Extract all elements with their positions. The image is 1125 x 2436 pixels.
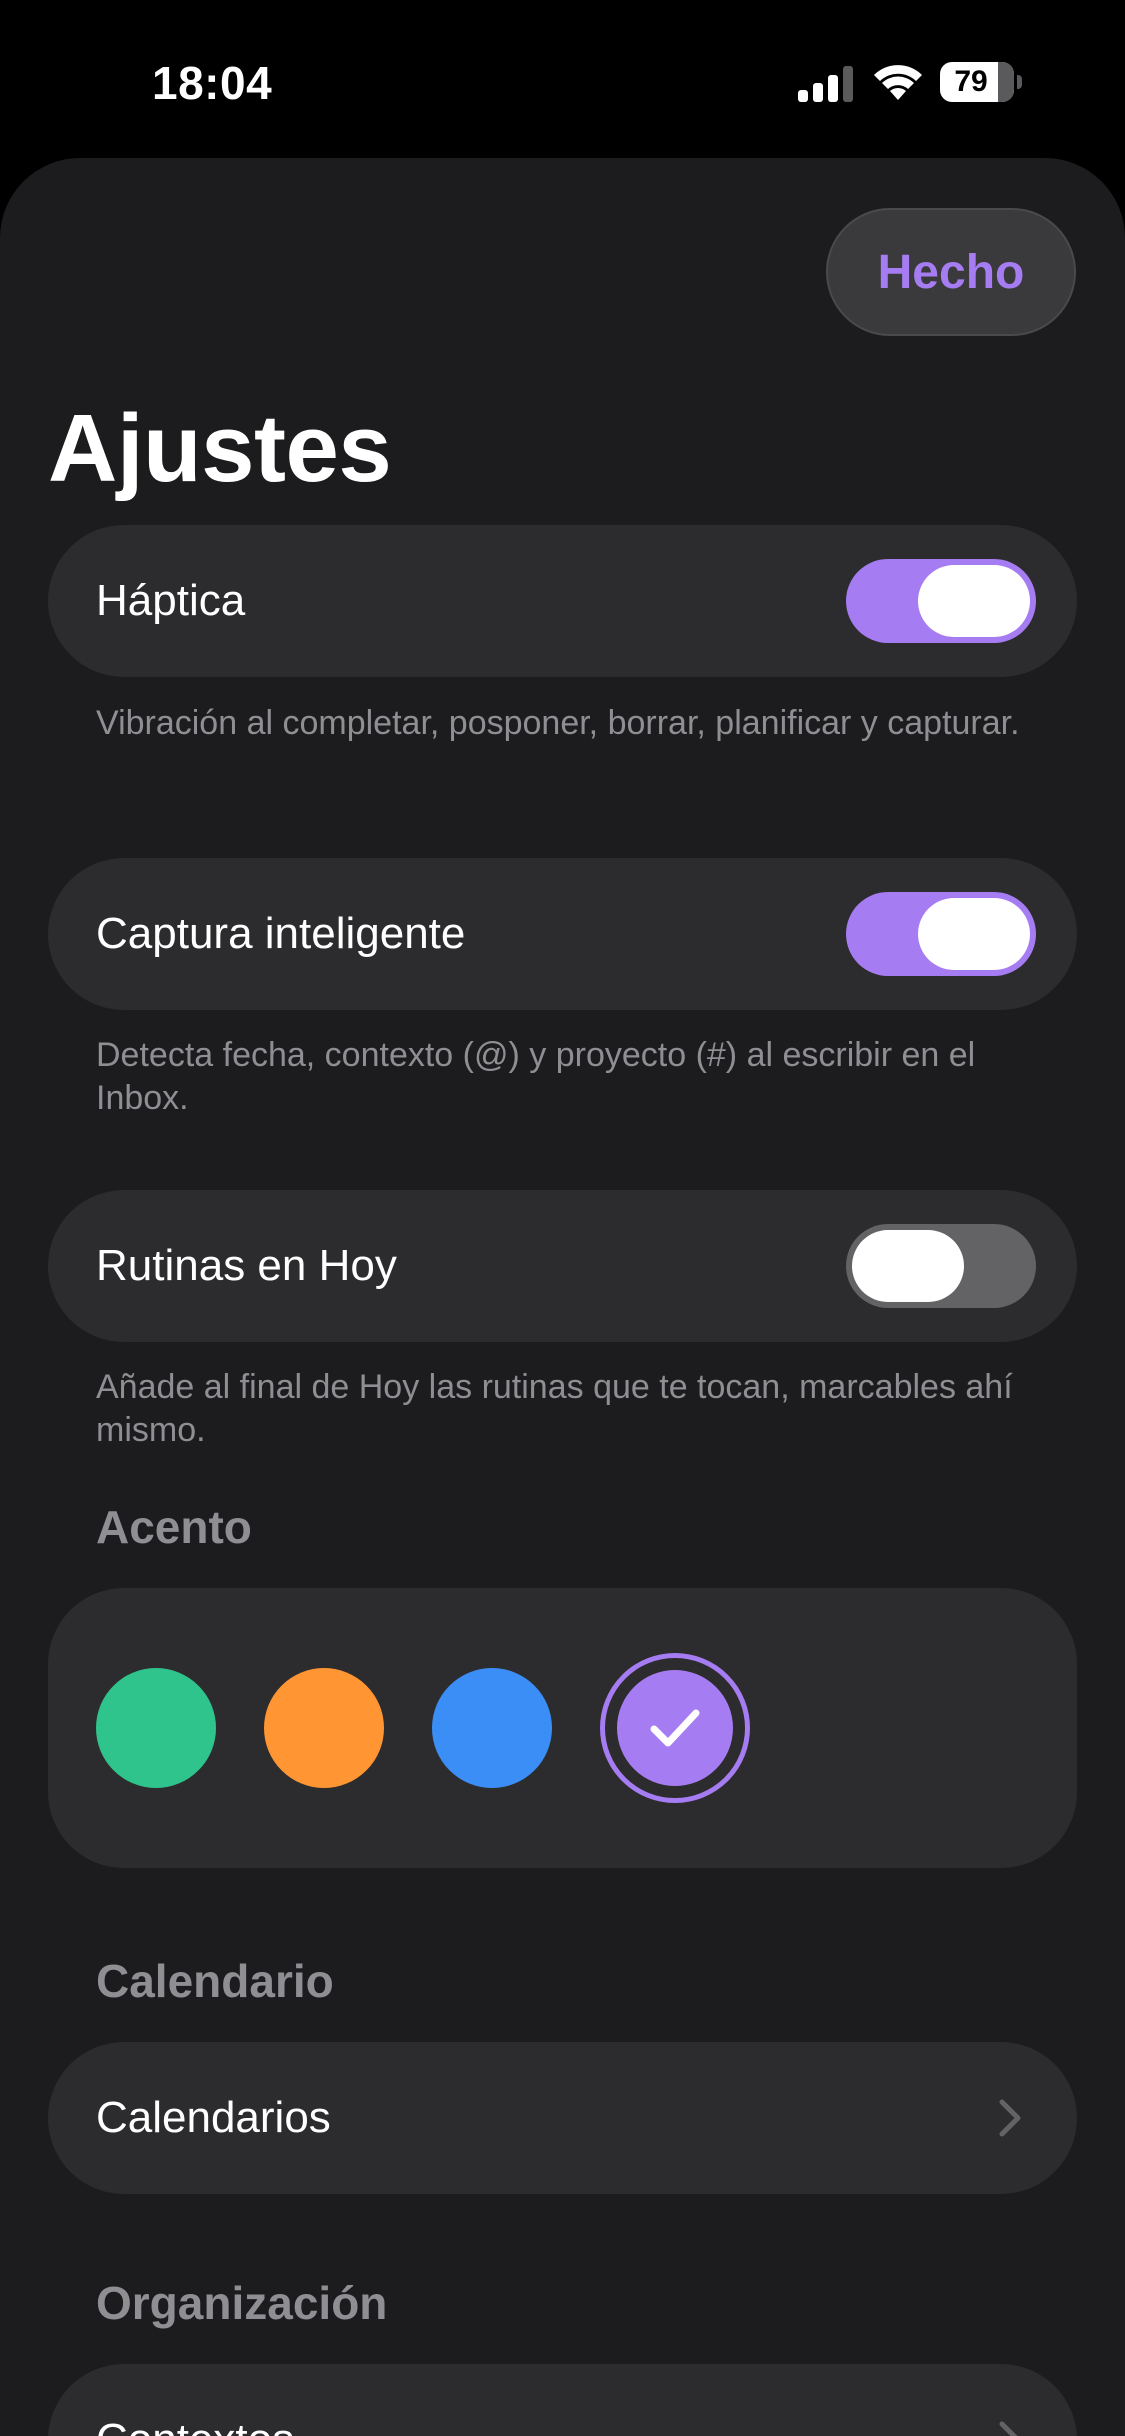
accent-swatch-orange[interactable] <box>264 1668 384 1788</box>
setting-row-routines-today: Rutinas en Hoy <box>48 1190 1077 1342</box>
setting-label-haptics: Háptica <box>96 576 246 625</box>
smart-capture-toggle[interactable] <box>846 892 1036 976</box>
signal-icon <box>798 66 853 102</box>
selected-swatch-fill <box>617 1670 733 1786</box>
wifi-icon <box>874 65 922 100</box>
accent-color-picker <box>48 1588 1077 1868</box>
contexts-label: Contextos <box>96 2364 294 2436</box>
status-bar: 18:04 79 <box>0 0 1125 160</box>
toggle-knob <box>918 565 1030 637</box>
haptics-toggle[interactable] <box>846 559 1036 643</box>
routines-today-footnote: Añade al final de Hoy las rutinas que te… <box>96 1368 1013 1449</box>
settings-sheet: Hecho Ajustes Háptica Vibración al compl… <box>0 158 1125 2436</box>
page-title: Ajustes <box>48 395 392 502</box>
setting-row-smart-capture: Captura inteligente <box>48 858 1077 1010</box>
setting-label-smart-capture: Captura inteligente <box>96 909 466 958</box>
smart-capture-footnote: Detecta fecha, contexto (@) y proyecto (… <box>96 1036 976 1117</box>
calendars-row[interactable]: Calendarios <box>48 2042 1077 2194</box>
section-header-organization: Organización <box>96 2277 388 2329</box>
accent-swatch-blue[interactable] <box>432 1668 552 1788</box>
setting-label-routines-today: Rutinas en Hoy <box>96 1241 397 1290</box>
accent-swatch-purple[interactable] <box>600 1653 750 1803</box>
settings-screen: 18:04 79 Hecho Ajustes Háptica Vibración… <box>0 0 1125 2436</box>
chevron-right-icon <box>999 2099 1021 2137</box>
calendars-label: Calendarios <box>96 2093 331 2142</box>
haptics-footnote: Vibración al completar, posponer, borrar… <box>96 704 1020 742</box>
status-time: 18:04 <box>152 57 273 109</box>
routines-today-toggle[interactable] <box>846 1224 1036 1308</box>
accent-swatch-green[interactable] <box>96 1668 216 1788</box>
battery-body: 79 <box>940 62 1014 102</box>
toggle-knob <box>918 898 1030 970</box>
checkmark-icon <box>650 1709 700 1747</box>
chevron-right-icon <box>999 2421 1018 2436</box>
done-button[interactable]: Hecho <box>826 208 1076 336</box>
battery-icon: 79 <box>940 62 1022 102</box>
section-header-accent: Acento <box>96 1501 252 1553</box>
battery-level: 79 <box>954 65 988 98</box>
section-header-calendar: Calendario <box>96 1955 334 2007</box>
battery-nub <box>1017 75 1022 89</box>
setting-row-haptics: Háptica <box>48 525 1077 677</box>
toggle-knob <box>852 1230 964 1302</box>
contexts-row[interactable]: Contextos <box>48 2364 1077 2436</box>
